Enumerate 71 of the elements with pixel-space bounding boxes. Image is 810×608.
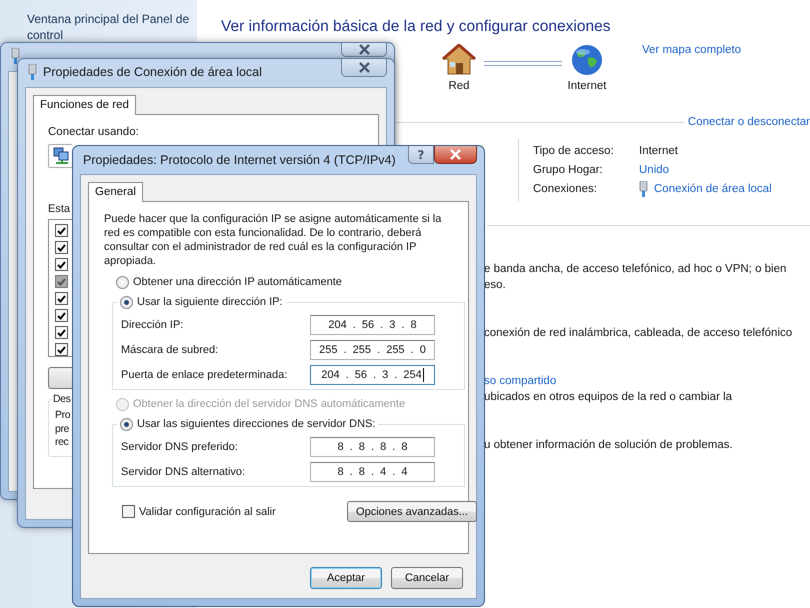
connection-link[interactable]: Conexión de área local — [654, 183, 772, 195]
radio-button[interactable] — [120, 296, 133, 308]
network-adapter-icon — [53, 147, 71, 165]
field-label: Conectar usando: — [48, 125, 140, 139]
plug-icon — [11, 48, 20, 64]
page-heading: Ver información básica de la red y configurar conexiones — [221, 18, 612, 36]
field-label: Dirección IP: — [121, 318, 184, 330]
dialog-button[interactable]: Cancelar — [391, 567, 463, 589]
radio-label: Obtener la dirección del servidor DNS automáticamente — [133, 398, 406, 410]
field-label: Servidor DNS alternativo: — [121, 466, 246, 478]
map-link[interactable]: Ver mapa completo — [642, 44, 742, 56]
connect-link[interactable]: Conectar o desconectar — [688, 116, 810, 128]
globe-icon — [571, 44, 603, 76]
checkbox[interactable] — [55, 326, 68, 339]
description-text: pre — [55, 422, 69, 436]
checkbox[interactable] — [55, 343, 68, 356]
close-button[interactable] — [341, 43, 387, 57]
field-label: Puerta de enlace predeterminada: — [121, 368, 288, 380]
task-description: eso. — [484, 278, 507, 292]
checkbox-label: Validar configuración al salir — [139, 506, 276, 518]
plug-icon — [639, 181, 648, 197]
radio-label: Usar las siguientes direcciones de servidor DNS: — [137, 418, 376, 430]
task-link[interactable]: so compartido — [484, 374, 810, 388]
advanced-button[interactable]: Opciones avanzadas... — [347, 501, 477, 522]
radio-label: Obtener una dirección IP automáticamente — [133, 276, 342, 288]
field-label: Máscara de subred: — [121, 344, 218, 356]
checkbox[interactable] — [55, 292, 68, 305]
tab[interactable]: General — [88, 182, 143, 202]
detail-value: Internet — [639, 145, 678, 157]
ip-address-field[interactable]: 255 . 255 . 255 . 0 — [310, 340, 435, 360]
close-icon — [448, 149, 462, 160]
radio-button[interactable] — [116, 276, 129, 288]
list-label: Esta — [48, 202, 72, 216]
task-description: u obtener información de solución de problemas. — [484, 438, 734, 452]
checkbox[interactable] — [122, 505, 135, 518]
tab[interactable]: Funciones de red — [33, 95, 136, 115]
task-description: conexión de red inalámbrica, cableada, de acceso telefónico — [484, 326, 794, 340]
dialog-button[interactable]: Aceptar — [310, 567, 382, 589]
close-icon — [358, 44, 370, 55]
task-description: ubicados en otros equipos de la red o cambiar la — [484, 390, 734, 404]
node-label: Red — [448, 80, 470, 92]
field-label: Servidor DNS preferido: — [121, 440, 238, 452]
radio-label: Usar la siguiente dirección IP: — [137, 296, 283, 308]
description-text: Pro — [55, 409, 70, 422]
window-title: Propiedades de Conexión de área local — [43, 65, 262, 79]
checkbox[interactable] — [55, 241, 68, 254]
button[interactable] — [48, 367, 72, 389]
radio-button[interactable] — [120, 418, 133, 430]
sidebar-link[interactable]: Ventana principal del Panel de control — [27, 11, 192, 43]
help-button[interactable]: ? — [408, 146, 434, 164]
ip-address-field[interactable]: 204 . 56 . 3 . 8 — [310, 314, 435, 334]
plug-icon — [28, 64, 37, 80]
node-label: Internet — [568, 80, 606, 92]
group-title: Des — [52, 393, 72, 405]
ip-address-field[interactable]: 8 . 8 . 8 . 8 — [310, 436, 435, 456]
window-title: Propiedades: Protocolo de Internet versión 4 (TCP/IPv4) — [83, 153, 396, 167]
checkbox[interactable] — [55, 224, 68, 237]
close-icon — [358, 62, 370, 73]
checkbox[interactable] — [55, 309, 68, 322]
detail-link[interactable]: Unido — [639, 164, 670, 176]
description-text: rec — [55, 436, 68, 450]
house-icon — [442, 44, 476, 76]
intro-text: Puede hacer que la configuración IP se asigne automáticamente si la red es compatible con esta funcionalidad. De lo contrario, deberá consultar con el administrador de red cuál es la configuración IP apropiada. — [104, 212, 442, 268]
close-button[interactable] — [434, 146, 477, 164]
ip-address-field[interactable]: 204 . 56 . 3 . 254 — [310, 364, 435, 384]
detail-label: Conexiones: — [533, 183, 598, 195]
detail-label: Tipo de acceso: — [533, 145, 615, 157]
detail-label: Grupo Hogar: — [533, 164, 604, 176]
ip-address-field[interactable]: 8 . 8 . 4 . 4 — [310, 462, 435, 482]
checkbox[interactable] — [55, 258, 68, 271]
close-button[interactable] — [341, 59, 387, 77]
